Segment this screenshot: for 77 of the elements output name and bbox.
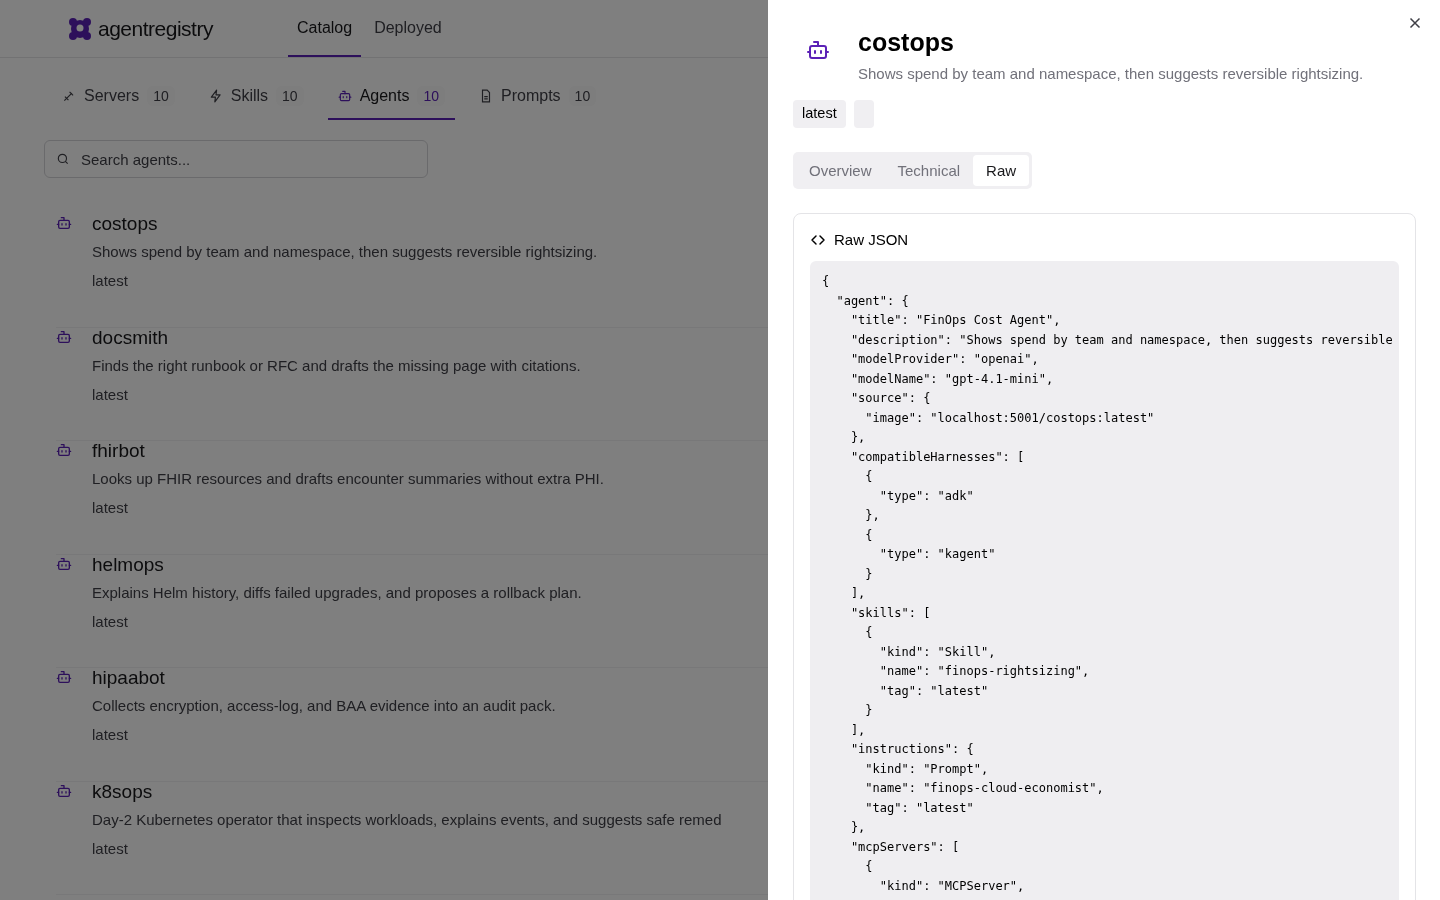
plug-icon — [62, 89, 76, 103]
code-line: { — [864, 858, 873, 875]
code-line: "tag": "latest" — [878, 682, 989, 700]
code-line: "compatibleHarnesses": [ — [849, 448, 1025, 466]
code-line: } — [864, 702, 873, 719]
document-icon — [479, 89, 493, 103]
code-line: "description": "Shows spend by team and namespace, then suggests reversible — [849, 331, 1393, 349]
code-line: "source": { — [849, 390, 931, 407]
agent-name[interactable]: helmops — [92, 554, 582, 574]
drawer-tab[interactable]: Overview — [796, 155, 885, 186]
code-line: "type": "kagent" — [878, 546, 996, 563]
code-line: } — [864, 565, 873, 583]
code-line: }, — [849, 819, 866, 836]
agent-description: Looks up FHIR resources and drafts encounter summaries without extra PHI. — [92, 470, 604, 487]
code-line: "instructions": { — [849, 741, 974, 758]
code-line: "title": "FinOps Cost Agent", — [849, 312, 1061, 329]
code-line: "agent": { — [835, 292, 909, 310]
code-line: "name": "finops-rightsizing", — [878, 663, 1090, 680]
code-line: { — [822, 273, 830, 290]
version-tag: latest — [92, 385, 581, 403]
drawer-tab[interactable]: Raw — [973, 155, 1030, 186]
version-tag: latest — [92, 499, 604, 516]
card-title: Raw JSON — [834, 231, 909, 248]
code-line: "kind": "MCPServer", — [878, 877, 1025, 895]
version-tag: latest — [92, 726, 556, 743]
code-line: "mcpServers": [ — [849, 838, 960, 856]
robot-icon — [56, 555, 72, 572]
code-line: "modelName": "gpt-4.1-mini", — [849, 370, 1054, 388]
code-line: "name": "finops-cloud-economist", — [864, 780, 1104, 797]
category-tab[interactable]: Agents 10 — [327, 76, 455, 120]
code-line: }, — [849, 429, 866, 446]
code-line: "kind": "Skill", — [878, 643, 996, 661]
code-line: { — [864, 624, 873, 641]
code-line: { — [864, 468, 873, 485]
code-line: "skills": [ — [849, 604, 931, 622]
robot-icon — [56, 442, 72, 458]
nav-tab[interactable]: Catalog — [288, 0, 362, 57]
code-line: "kind": "Prompt", — [864, 760, 989, 778]
code-line: ], — [849, 721, 866, 739]
code-line: "type": "adk" — [878, 487, 974, 505]
code-line: "image": "localhost:5001/costops:latest" — [864, 409, 1155, 427]
agent-description: Day-2 Kubernetes operator that inspects workloads, explains events, and suggests safe remed — [92, 810, 722, 828]
version-tag: latest — [92, 839, 722, 857]
agent-description: Finds the right runbook or RFC and drafts the missing page with citations. — [92, 356, 581, 374]
search-field[interactable]: Search agents... — [44, 140, 428, 178]
robot-icon — [56, 328, 72, 345]
code-line: }, — [864, 507, 880, 524]
agent-name[interactable]: hipaabot — [92, 668, 556, 687]
agent-description: Collects encryption, access-log, and BAA evidence into an audit pack. — [92, 697, 556, 714]
robot-icon — [806, 38, 830, 62]
search-icon — [56, 152, 70, 166]
agent-name[interactable]: k8sops — [92, 781, 722, 801]
drawer-title: costops — [858, 28, 955, 57]
app-logo: agentregistry — [98, 16, 213, 41]
version-tag: latest — [92, 272, 598, 289]
robot-icon — [56, 782, 72, 799]
drawer-description: Shows spend by team and namespace, then suggests reversible rightsizing. — [858, 65, 1364, 82]
nav-tab[interactable]: Deployed — [365, 0, 451, 57]
category-tab[interactable]: Skills 10 — [198, 76, 314, 120]
category-tab[interactable]: Prompts 10 — [469, 76, 607, 120]
agent-name[interactable]: costops — [92, 214, 598, 233]
version-tag: latest — [92, 612, 582, 630]
code-line: { — [864, 526, 873, 544]
drawer-tab[interactable]: Technical — [884, 155, 974, 186]
version-badge: latest — [793, 100, 846, 128]
code-line: ], — [849, 585, 866, 602]
lightning-icon — [208, 89, 223, 103]
agent-name[interactable]: docsmith — [92, 327, 581, 347]
agent-description: Explains Helm history, diffs failed upgrades, and proposes a rollback plan. — [92, 583, 582, 601]
agent-name[interactable]: fhirbot — [92, 441, 604, 460]
agent-description: Shows spend by team and namespace, then suggests reversible rightsizing. — [92, 243, 598, 260]
robot-icon — [56, 669, 72, 685]
robot-icon — [56, 215, 72, 231]
category-tab[interactable]: Servers 10 — [52, 76, 185, 120]
robot-icon — [337, 89, 352, 103]
code-line: "tag": "latest" — [864, 799, 974, 817]
code-line: "modelProvider": "openai", — [849, 351, 1039, 368]
